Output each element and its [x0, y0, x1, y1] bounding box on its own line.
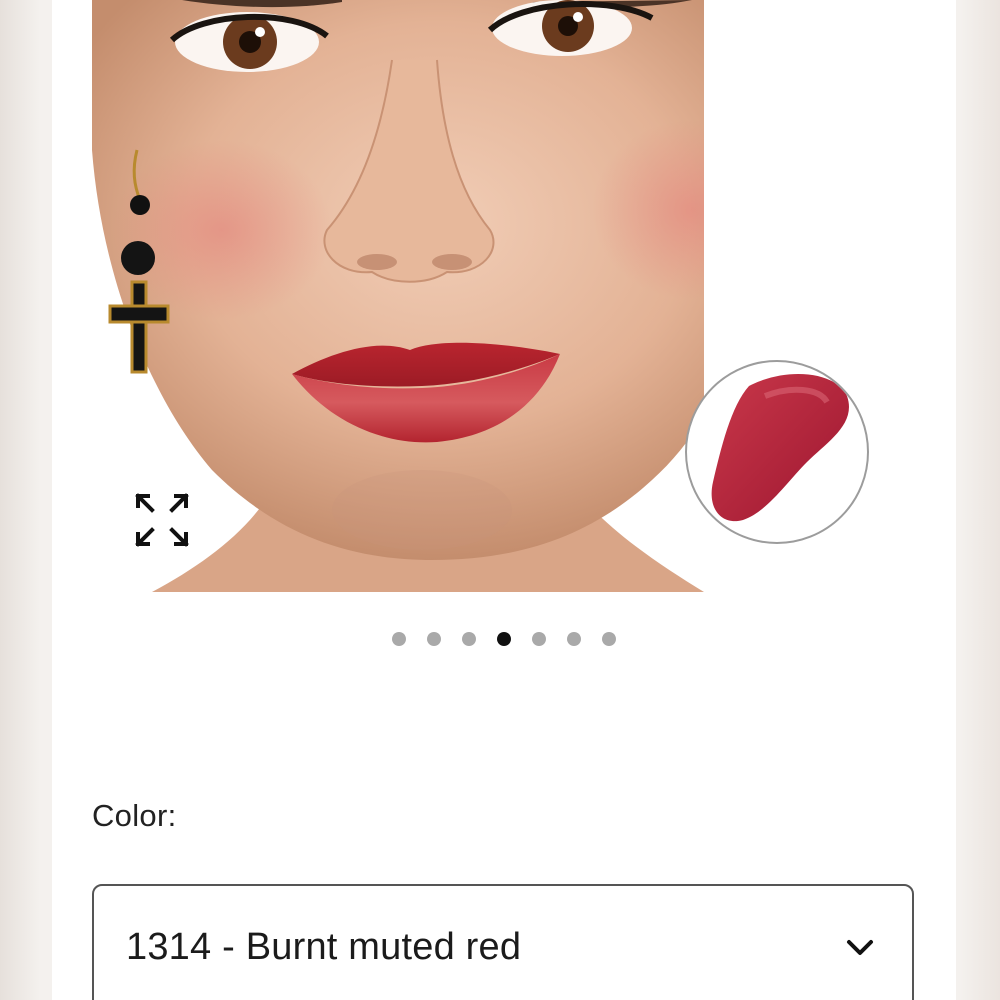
- carousel-dot[interactable]: [532, 632, 546, 646]
- carousel-dot[interactable]: [462, 632, 476, 646]
- carousel-dot[interactable]: [602, 632, 616, 646]
- expand-arrows-icon: [135, 493, 189, 547]
- product-card: Color: 1314 - Burnt muted red: [52, 0, 956, 1000]
- color-swatch: [685, 360, 869, 544]
- chevron-down-icon: [847, 940, 873, 955]
- carousel-dot[interactable]: [567, 632, 581, 646]
- carousel-pagination: [52, 632, 956, 650]
- expand-image-button[interactable]: [134, 492, 190, 548]
- color-dropdown[interactable]: 1314 - Burnt muted red: [92, 884, 914, 1000]
- carousel-dot[interactable]: [427, 632, 441, 646]
- selected-color-value: 1314 - Burnt muted red: [126, 926, 522, 968]
- carousel-dot[interactable]: [392, 632, 406, 646]
- carousel-dot[interactable]: [497, 632, 511, 646]
- color-label: Color:: [92, 798, 177, 833]
